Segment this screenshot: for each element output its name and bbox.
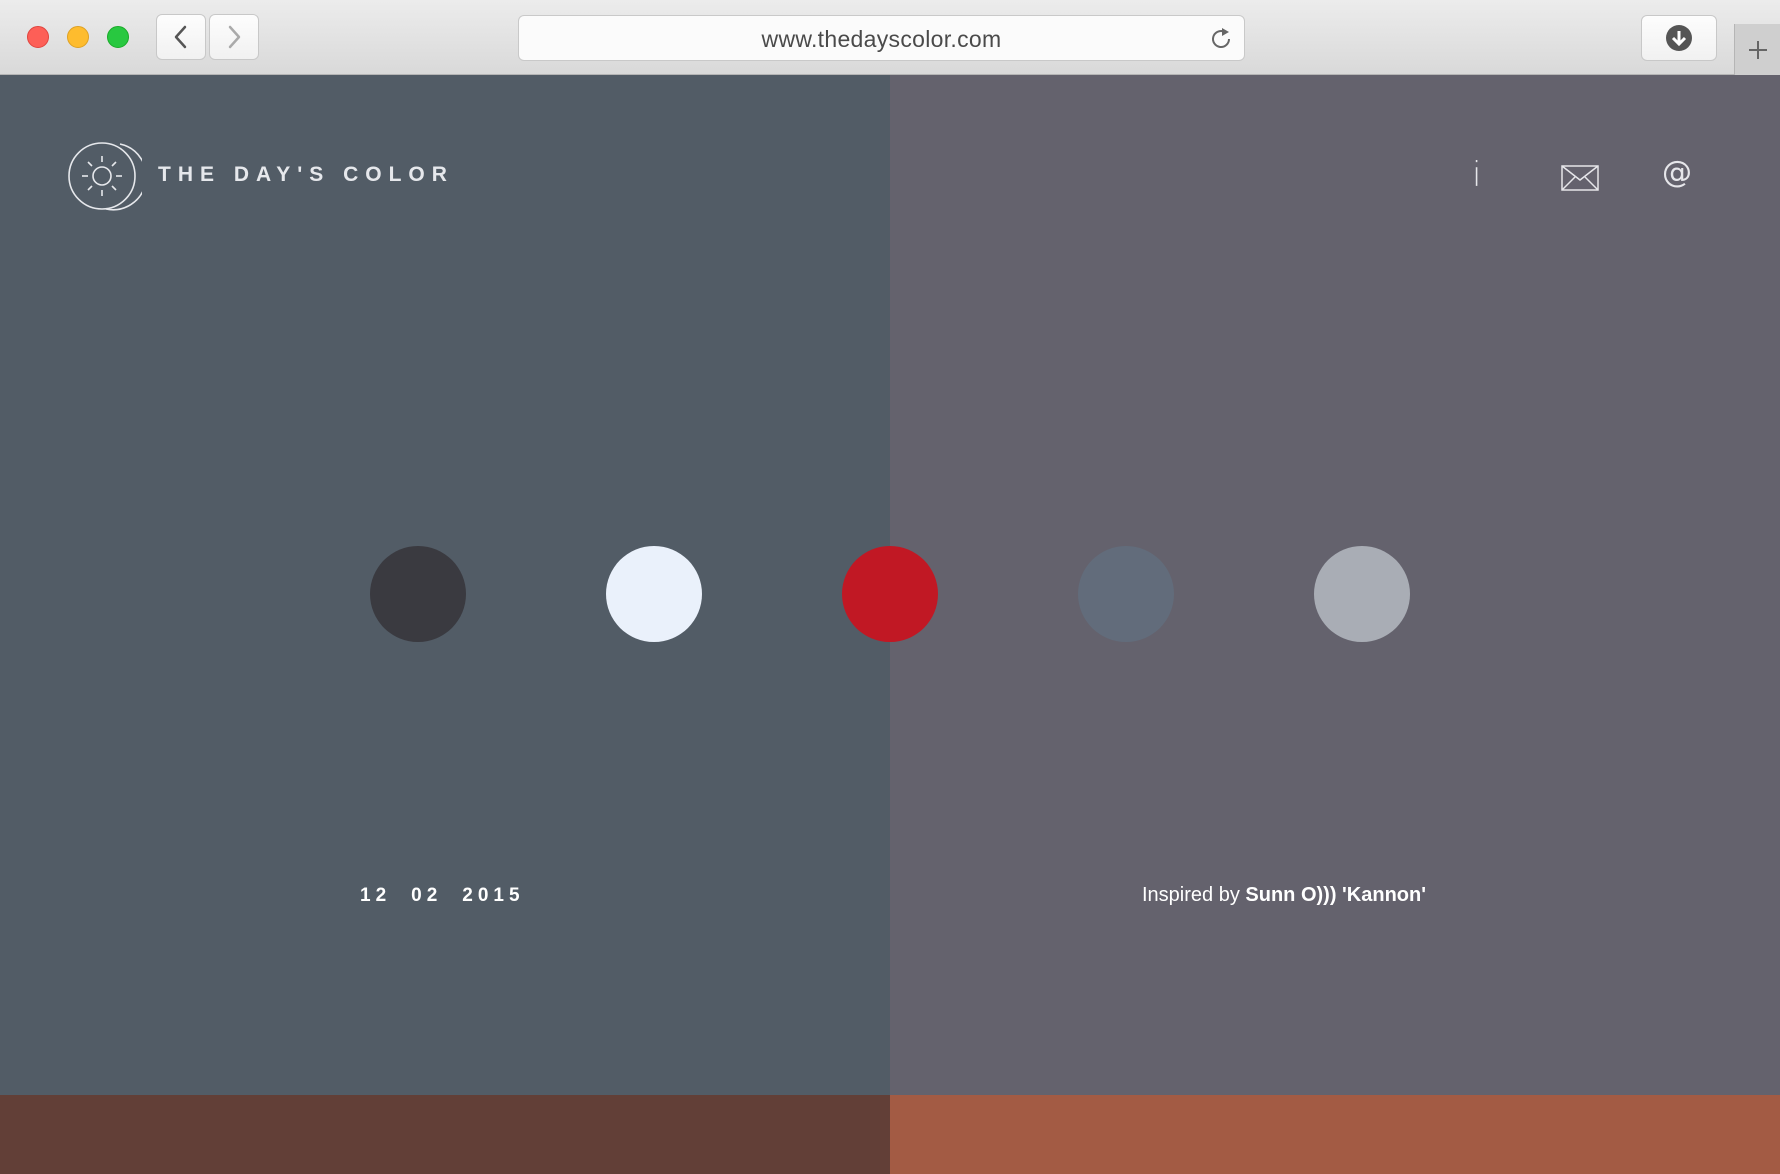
site-title[interactable]: THE DAY'S COLOR <box>158 163 454 187</box>
color-swatch[interactable] <box>370 546 466 642</box>
bottom-right-color-strip <box>890 1095 1780 1174</box>
new-tab-button[interactable] <box>1734 24 1780 75</box>
color-swatch[interactable] <box>1078 546 1174 642</box>
browser-toolbar: www.thedayscolor.com <box>0 0 1780 75</box>
download-icon <box>1666 25 1692 51</box>
reload-icon[interactable] <box>1208 26 1234 52</box>
window-minimize-button[interactable] <box>67 26 89 48</box>
chevron-left-icon <box>174 25 187 49</box>
color-swatch[interactable] <box>606 546 702 642</box>
downloads-button[interactable] <box>1641 15 1717 61</box>
window-maximize-button[interactable] <box>107 26 129 48</box>
inspiration-title[interactable]: Sunn O))) 'Kannon' <box>1245 884 1426 906</box>
mail-icon[interactable] <box>1561 165 1599 191</box>
color-palette <box>370 546 1410 642</box>
window-close-button[interactable] <box>27 26 49 48</box>
plus-icon <box>1748 40 1767 59</box>
inspiration-prefix: Inspired by <box>1142 884 1246 906</box>
forward-button[interactable] <box>209 14 259 60</box>
back-button[interactable] <box>156 14 206 60</box>
page-content: THE DAY'S COLOR i @ 12 02 2015 Inspired … <box>0 75 1780 1174</box>
chevron-right-icon <box>228 25 241 49</box>
address-bar-url: www.thedayscolor.com <box>761 26 1002 52</box>
date-year: 2015 <box>462 885 525 906</box>
color-swatch[interactable] <box>842 546 938 642</box>
date-day: 12 <box>360 885 392 906</box>
bottom-left-color-strip <box>0 1095 890 1174</box>
color-swatch[interactable] <box>1314 546 1410 642</box>
at-link[interactable]: @ <box>1662 155 1692 190</box>
date-display: 12 02 2015 <box>360 885 525 907</box>
date-month: 02 <box>411 885 443 906</box>
address-bar[interactable]: www.thedayscolor.com <box>518 15 1245 61</box>
info-link[interactable]: i <box>1472 155 1481 195</box>
inspiration-credit: Inspired by Sunn O))) 'Kannon' <box>1142 884 1426 907</box>
sun-logo-icon[interactable] <box>68 136 142 216</box>
